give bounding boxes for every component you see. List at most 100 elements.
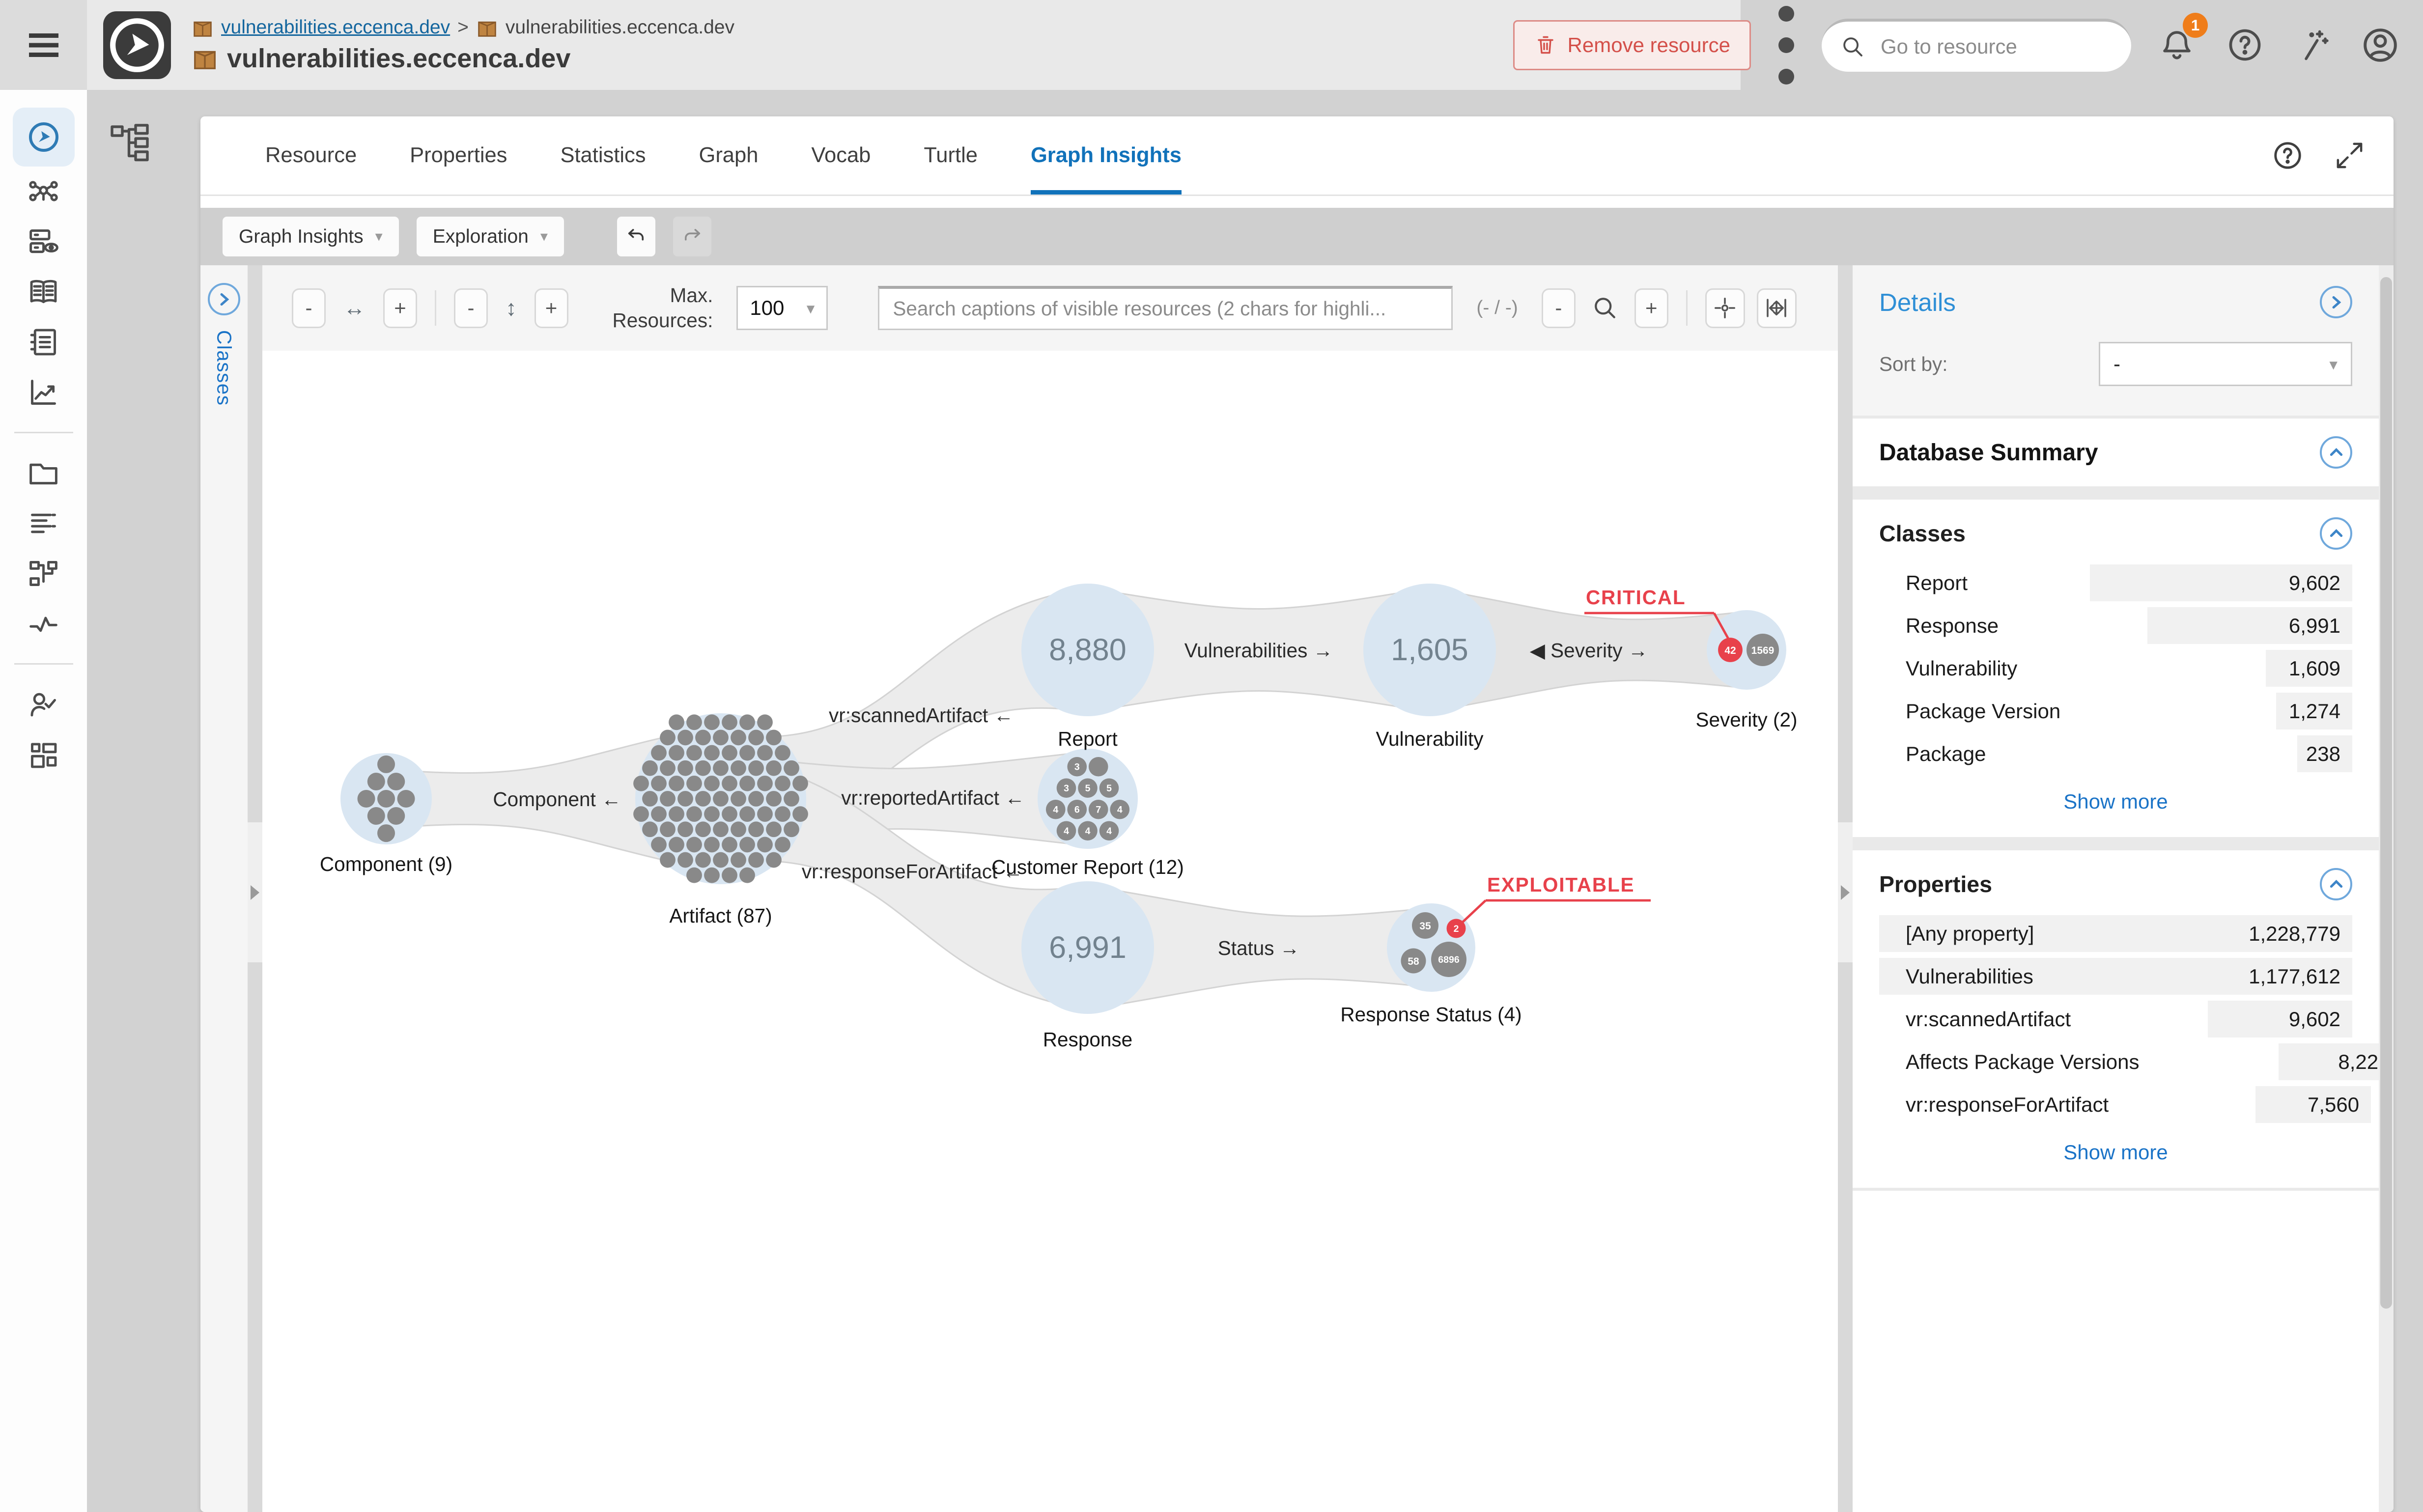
classes-panel-label[interactable]: Classes bbox=[213, 330, 236, 406]
sidebar-item-projects-folder-icon[interactable] bbox=[13, 448, 75, 498]
search-next-button[interactable]: + bbox=[1634, 288, 1668, 328]
edge-label-vulnerabilities: Vulnerabilities → bbox=[1184, 639, 1333, 662]
svg-text:EXPLOITABLE: EXPLOITABLE bbox=[1487, 873, 1634, 896]
edge-label-reported-artifact: vr:reportedArtifact ← bbox=[841, 786, 1025, 809]
vulnerability-count: 1,605 bbox=[1391, 633, 1468, 667]
sidebar-divider bbox=[14, 432, 73, 433]
expand-right-arrow-icon bbox=[1841, 885, 1850, 900]
search-prev-button[interactable]: - bbox=[1542, 288, 1576, 328]
zoom-out-horizontal-button[interactable]: - bbox=[292, 288, 326, 328]
collapse-details-chevron-icon[interactable] bbox=[2320, 286, 2352, 318]
sidebar-item-activity-pulse-icon[interactable] bbox=[13, 598, 75, 648]
sidebar-item-user-check-icon[interactable] bbox=[13, 679, 75, 729]
collapse-properties-chevron-icon[interactable] bbox=[2320, 868, 2352, 900]
collapse-summary-chevron-icon[interactable] bbox=[2320, 436, 2352, 469]
label-customer-report: Customer Report (12) bbox=[991, 856, 1184, 878]
sidebar-item-knowledge-graph-icon[interactable] bbox=[13, 167, 75, 217]
svg-text:5: 5 bbox=[1106, 783, 1112, 794]
classes-show-more-link[interactable]: Show more bbox=[1879, 790, 2352, 813]
expand-classes-chevron-icon[interactable] bbox=[208, 283, 240, 315]
breadcrumb-current: vulnerabilities.eccenca.dev bbox=[506, 17, 734, 38]
tab-graph[interactable]: Graph bbox=[699, 116, 758, 195]
help-icon[interactable] bbox=[2223, 23, 2267, 67]
view-dropdown[interactable]: Graph Insights ▾ bbox=[223, 217, 399, 256]
notifications-bell-icon[interactable]: 1 bbox=[2155, 23, 2199, 67]
sidebar-item-queries-icon[interactable] bbox=[13, 498, 75, 548]
class-row[interactable]: Package 238 bbox=[1879, 735, 2352, 772]
navigation-tree-icon[interactable] bbox=[109, 124, 150, 162]
left-panel-resize-handle[interactable] bbox=[248, 265, 262, 1512]
go-to-resource-input[interactable] bbox=[1878, 33, 2105, 60]
right-panel-resize-handle[interactable] bbox=[1838, 265, 1853, 1512]
graph-canvas[interactable]: - ↔ + - ↕ + Max. Resources: 100 ▾ (- / -… bbox=[262, 265, 1838, 1512]
resource-card: Resource Properties Statistics Graph Voc… bbox=[200, 116, 2394, 1512]
sidebar-item-dashboard-blocks-icon[interactable] bbox=[13, 729, 75, 780]
class-row[interactable]: Response 6,991 bbox=[1879, 607, 2352, 644]
svg-text:5: 5 bbox=[1085, 783, 1091, 794]
max-resources-select[interactable]: 100 ▾ bbox=[736, 286, 828, 330]
zoom-in-horizontal-button[interactable]: + bbox=[383, 288, 417, 328]
label-artifact: Artifact (87) bbox=[669, 904, 772, 927]
menu-icon[interactable] bbox=[0, 0, 87, 90]
tab-resource[interactable]: Resource bbox=[265, 116, 357, 195]
fit-to-screen-button[interactable] bbox=[1757, 288, 1797, 328]
sidebar-item-notebook-icon[interactable] bbox=[13, 317, 75, 367]
breadcrumb-link[interactable]: vulnerabilities.eccenca.dev bbox=[221, 17, 450, 38]
tab-vocab[interactable]: Vocab bbox=[811, 116, 871, 195]
sidebar-item-explore-compass-icon[interactable] bbox=[13, 108, 75, 167]
app-logo-compass-icon[interactable] bbox=[103, 11, 171, 79]
user-profile-icon[interactable] bbox=[2358, 23, 2402, 67]
tab-graph-insights[interactable]: Graph Insights bbox=[1031, 116, 1182, 195]
sort-by-select[interactable]: - ▾ bbox=[2099, 342, 2352, 386]
property-row[interactable]: [Any property] 1,228,779 bbox=[1879, 915, 2352, 952]
property-row[interactable]: vr:scannedArtifact 9,602 bbox=[1879, 1001, 2352, 1037]
collapse-classes-chevron-icon[interactable] bbox=[2320, 517, 2352, 550]
edge-label-severity: ◀ Severity → bbox=[1530, 639, 1648, 662]
zoom-in-vertical-button[interactable]: + bbox=[535, 288, 568, 328]
tab-turtle[interactable]: Turtle bbox=[924, 116, 978, 195]
fullscreen-expand-icon[interactable] bbox=[2332, 138, 2367, 173]
properties-show-more-link[interactable]: Show more bbox=[1879, 1141, 2352, 1164]
property-row[interactable]: Affects Package Versions 8,228 bbox=[1879, 1043, 2352, 1080]
property-row[interactable]: Vulnerabilities 1,177,612 bbox=[1879, 958, 2352, 995]
sidebar-item-workflows-icon[interactable] bbox=[13, 548, 75, 598]
graph-controls: - ↔ + - ↕ + Max. Resources: 100 ▾ (- / -… bbox=[262, 265, 1838, 351]
help-icon[interactable] bbox=[2270, 138, 2305, 173]
class-row[interactable]: Vulnerability 1,609 bbox=[1879, 650, 2352, 687]
mode-dropdown[interactable]: Exploration▾ bbox=[417, 217, 564, 256]
go-to-resource-search[interactable] bbox=[1822, 19, 2131, 72]
chevron-down-icon: ▾ bbox=[540, 228, 548, 245]
scrollbar-thumb[interactable] bbox=[2380, 277, 2392, 1309]
label-severity: Severity (2) bbox=[1695, 708, 1797, 731]
caption-search-input[interactable] bbox=[878, 286, 1453, 330]
view-dropdown-value: Graph Insights bbox=[239, 226, 364, 248]
kebab-menu-icon[interactable] bbox=[1775, 26, 1798, 64]
svg-text:58: 58 bbox=[1408, 956, 1419, 967]
sidebar-item-insights-chart-icon[interactable] bbox=[13, 367, 75, 417]
edge-label-scanned-artifact: vr:scannedArtifact ← bbox=[829, 704, 1014, 727]
remove-resource-button[interactable]: Remove resource bbox=[1513, 20, 1751, 70]
class-connection-graph[interactable]: 33554674444 42 1569 35 2 58 bbox=[262, 351, 1838, 1512]
response-count: 6,991 bbox=[1049, 930, 1127, 965]
wand-icon[interactable] bbox=[2290, 23, 2335, 67]
edge-label-response-for-artifact: vr:responseForArtifact ← bbox=[802, 860, 1023, 883]
sidebar-item-datasets-icon[interactable] bbox=[13, 217, 75, 267]
property-row[interactable]: vr:responseForArtifact 7,560 bbox=[1879, 1086, 2352, 1123]
svg-text:4: 4 bbox=[1106, 826, 1112, 837]
class-row[interactable]: Package Version 1,274 bbox=[1879, 693, 2352, 729]
graph-insights-content: Classes - ↔ + - ↕ + Max. Resources: 100 bbox=[200, 265, 2394, 1512]
undo-button[interactable] bbox=[617, 217, 655, 256]
vertical-arrows-icon: ↕ bbox=[506, 295, 517, 321]
redo-button[interactable] bbox=[673, 217, 711, 256]
sidebar-item-vocabulary-book-icon[interactable] bbox=[13, 267, 75, 317]
zoom-out-vertical-button[interactable]: - bbox=[454, 288, 488, 328]
tab-statistics[interactable]: Statistics bbox=[560, 116, 646, 195]
center-graph-button[interactable] bbox=[1705, 288, 1745, 328]
app-header: vulnerabilities.eccenca.dev > vulnerabil… bbox=[0, 0, 2423, 90]
classes-panel-collapsed[interactable]: Classes bbox=[200, 265, 248, 1512]
tab-properties[interactable]: Properties bbox=[410, 116, 507, 195]
chevron-down-icon: ▾ bbox=[375, 228, 383, 245]
class-row[interactable]: Report 9,602 bbox=[1879, 564, 2352, 601]
details-scrollbar[interactable] bbox=[2379, 265, 2394, 1512]
header-text: vulnerabilities.eccenca.dev > vulnerabil… bbox=[192, 17, 734, 74]
